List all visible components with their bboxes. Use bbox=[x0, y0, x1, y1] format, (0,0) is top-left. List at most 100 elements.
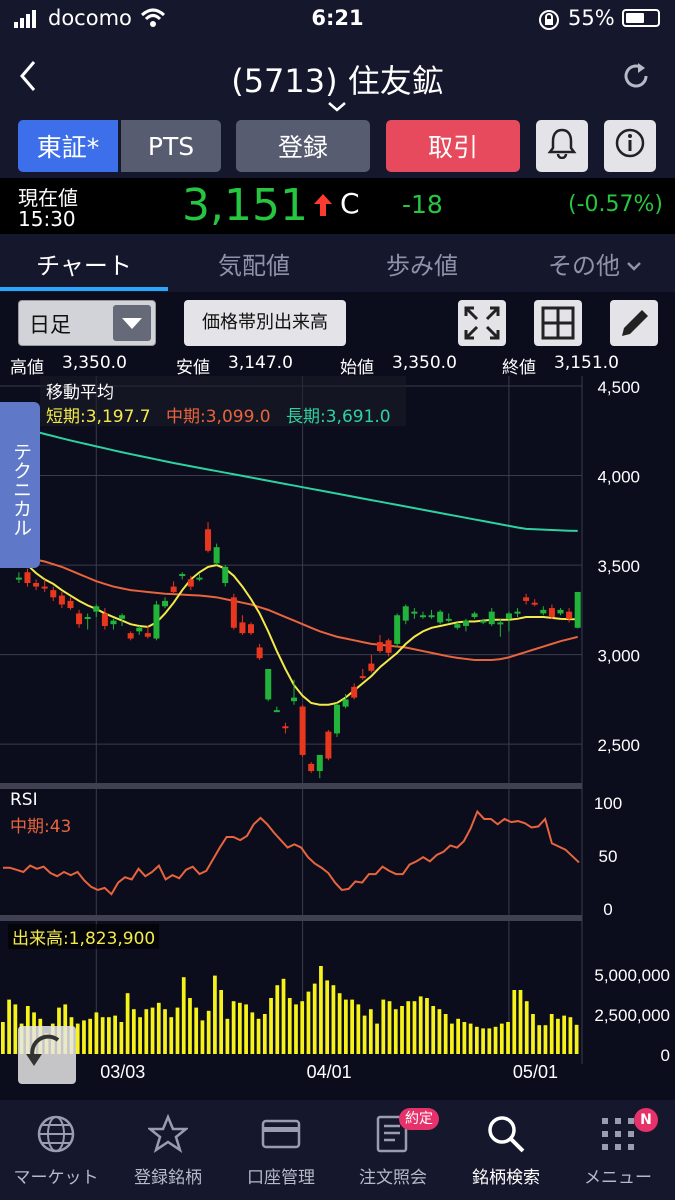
chevron-down-icon bbox=[626, 249, 642, 277]
volume-bar bbox=[107, 1017, 111, 1054]
volume-bar bbox=[144, 1009, 149, 1054]
candle-body bbox=[419, 615, 426, 618]
draw-button[interactable] bbox=[610, 300, 658, 346]
period-select[interactable]: 日足 bbox=[18, 300, 156, 346]
volume-bar bbox=[368, 1009, 373, 1054]
register-button[interactable]: 登録 bbox=[236, 120, 370, 172]
candle-body bbox=[471, 613, 478, 618]
candle-body bbox=[144, 633, 151, 637]
orders-badge: 約定 bbox=[399, 1108, 439, 1130]
candle-body bbox=[24, 572, 31, 583]
volume-bar bbox=[518, 990, 523, 1054]
candle-body bbox=[93, 606, 100, 612]
refresh-icon[interactable] bbox=[620, 60, 652, 96]
volume-bar bbox=[206, 1010, 211, 1054]
candle-body bbox=[437, 611, 444, 623]
tabbar-search[interactable]: 銘柄検索 bbox=[450, 1100, 562, 1200]
tab-quotes[interactable]: 気配値 bbox=[170, 234, 338, 292]
volume-bar bbox=[294, 1004, 298, 1054]
tabbar-watchlist-label: 登録銘柄 bbox=[134, 1168, 202, 1188]
volume-bar bbox=[312, 983, 317, 1054]
volume-bar bbox=[82, 1020, 86, 1054]
tab-ticks[interactable]: 歩み値 bbox=[338, 234, 506, 292]
action-bar: 東証* PTS 登録 取引 bbox=[0, 114, 675, 178]
close-value: 3,151.0 bbox=[554, 353, 619, 373]
dropdown-arrow-icon bbox=[113, 305, 151, 341]
volume-bar bbox=[481, 1028, 485, 1054]
volume-bar bbox=[175, 1007, 180, 1054]
candle-body bbox=[119, 615, 126, 619]
volume-bar bbox=[549, 1014, 554, 1054]
rsi-tick-label: 0 bbox=[603, 900, 612, 919]
candle-body bbox=[58, 595, 65, 605]
candle-body bbox=[248, 624, 255, 634]
volume-bar bbox=[393, 1009, 398, 1054]
volume-bar bbox=[156, 1002, 161, 1054]
candle-body bbox=[196, 577, 203, 580]
high-value: 3,350.0 bbox=[62, 353, 127, 373]
candle-body bbox=[84, 617, 91, 620]
market-pts-button[interactable]: PTS bbox=[121, 120, 221, 172]
candle-body bbox=[497, 622, 504, 625]
volume-bar bbox=[281, 978, 286, 1054]
volume-bar bbox=[300, 1001, 305, 1054]
rotation-lock-icon bbox=[538, 9, 560, 35]
up-arrow-icon bbox=[312, 192, 334, 222]
scroll-back-button[interactable] bbox=[18, 1026, 76, 1084]
volume-bar bbox=[381, 999, 386, 1054]
volume-bar bbox=[344, 999, 348, 1054]
candle-body bbox=[273, 710, 280, 713]
close-label: 終値 bbox=[502, 358, 536, 378]
candle-body bbox=[428, 615, 435, 618]
tabbar-orders[interactable]: 約定 注文照会 bbox=[337, 1100, 449, 1200]
price-change: -18 bbox=[402, 190, 443, 219]
technical-side-tab[interactable]: テクニカル bbox=[0, 402, 40, 568]
info-button[interactable] bbox=[604, 120, 656, 172]
candle-body bbox=[385, 640, 392, 653]
candle-body bbox=[531, 602, 538, 605]
fullscreen-button[interactable] bbox=[458, 300, 506, 346]
price-tick-label: 3,500 bbox=[597, 557, 640, 576]
volume-bar bbox=[474, 1026, 479, 1054]
layout-button[interactable] bbox=[534, 300, 582, 346]
volume-bar bbox=[437, 1009, 442, 1054]
candle-body bbox=[101, 613, 108, 626]
volume-bar bbox=[356, 1004, 361, 1054]
candle-body bbox=[50, 590, 57, 598]
page-title[interactable]: (5713) 住友鉱 bbox=[0, 56, 675, 102]
tab-chart[interactable]: チャート bbox=[0, 234, 168, 292]
bottom-tab-bar: マーケット 登録銘柄 口座管理 約定 注文照会 銘柄検索 N メニュー bbox=[0, 1100, 675, 1200]
stock-chart[interactable]: 4,500 4,000 3,500 3,000 2,500 100 50 0 5,000,000… bbox=[0, 376, 675, 1100]
market-tse-button[interactable]: 東証* bbox=[18, 120, 118, 172]
volume-bar bbox=[131, 1009, 136, 1054]
volume-bar bbox=[237, 1002, 242, 1054]
trade-button[interactable]: 取引 bbox=[386, 120, 520, 172]
tab-others[interactable]: その他 bbox=[520, 234, 670, 292]
alert-button[interactable] bbox=[536, 120, 588, 172]
rsi-legend: 中期:43 bbox=[10, 817, 72, 837]
candle-body bbox=[342, 699, 349, 707]
volume-bar bbox=[7, 999, 11, 1054]
ohlc-row: 高値 3,350.0 安値 3,147.0 始値 3,350.0 終値 3,15… bbox=[0, 352, 675, 378]
tabbar-menu[interactable]: N メニュー bbox=[562, 1100, 674, 1200]
tabbar-market[interactable]: マーケット bbox=[0, 1100, 112, 1200]
volume-bar bbox=[543, 1025, 548, 1054]
volume-bar bbox=[306, 991, 311, 1054]
volume-bar bbox=[337, 993, 342, 1054]
volume-bar bbox=[119, 1022, 124, 1054]
volume-bar bbox=[331, 985, 336, 1054]
tabbar-account[interactable]: 口座管理 bbox=[225, 1100, 337, 1200]
price-tick-label: 2,500 bbox=[597, 736, 640, 755]
x-tick-label: 04/01 bbox=[307, 1062, 352, 1082]
candle-body bbox=[316, 754, 323, 772]
pencil-icon bbox=[610, 310, 658, 350]
volume-bar bbox=[425, 998, 429, 1054]
tabbar-watchlist[interactable]: 登録銘柄 bbox=[112, 1100, 224, 1200]
volume-bar bbox=[493, 1026, 498, 1054]
candle-body bbox=[127, 633, 134, 639]
volume-bar bbox=[462, 1022, 467, 1054]
volume-profile-button[interactable]: 価格帯別出来高 bbox=[184, 300, 346, 346]
candle-body bbox=[359, 676, 366, 679]
candle-body bbox=[33, 583, 40, 587]
candle-body bbox=[222, 566, 229, 583]
